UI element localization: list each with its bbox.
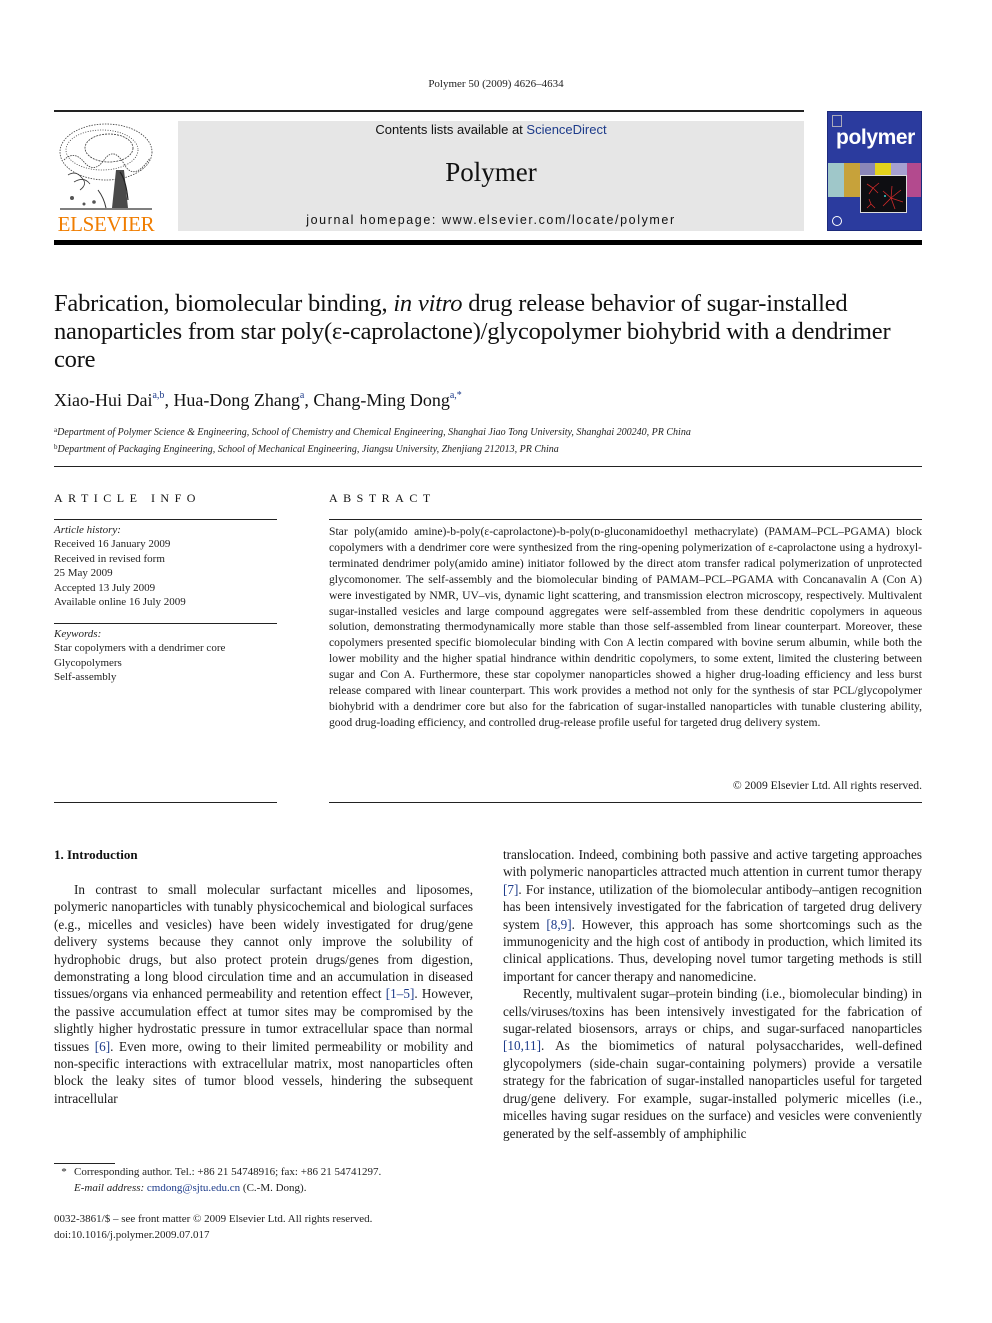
author-list: Xiao-Hui Daia,b, Hua-Dong Zhanga, Chang-…	[54, 390, 462, 411]
article-info-rule	[54, 623, 277, 624]
contents-prefix: Contents lists available at	[375, 122, 527, 137]
email-label: E-mail address:	[74, 1181, 147, 1194]
journal-homepage[interactable]: journal homepage: www.elsevier.com/locat…	[178, 213, 804, 227]
footnote-star: *	[61, 1166, 67, 1178]
citation-link[interactable]: [10,11]	[503, 1038, 541, 1053]
title-text-1: Fabrication, biomolecular binding,	[54, 290, 394, 317]
keyword-item: Glycopolymers	[54, 656, 122, 669]
history-item: Available online 16 July 2009	[54, 596, 186, 609]
cover-badge-icon	[832, 216, 842, 226]
doi-link[interactable]: doi:10.1016/j.polymer.2009.07.017	[54, 1228, 372, 1244]
sciencedirect-link[interactable]: ScienceDirect	[526, 122, 606, 137]
header-thick-rule	[54, 240, 922, 245]
history-item: Received in revised form	[54, 552, 165, 565]
affiliation-item: aDepartment of Polymer Science & Enginee…	[54, 423, 691, 440]
affiliation-text: Department of Packaging Engineering, Sch…	[57, 444, 559, 455]
cover-micrograph-inset	[860, 175, 907, 213]
issn-line: 0032-3861/$ – see front matter © 2009 El…	[54, 1213, 373, 1225]
citation-link[interactable]: [8,9]	[546, 917, 571, 932]
paragraph: In contrast to small molecular surfactan…	[54, 882, 473, 1106]
keywords: Keywords: Star copolymers with a dendrim…	[54, 627, 225, 685]
citation-link[interactable]: [7]	[503, 882, 518, 897]
journal-reference: Polymer 50 (2009) 4626–4634	[428, 78, 564, 90]
article-history: Article history: Received 16 January 200…	[54, 523, 186, 609]
header-rule	[54, 110, 804, 112]
footnote-rule	[54, 1163, 115, 1164]
email-suffix: (C.-M. Dong).	[240, 1181, 307, 1194]
author-separator: ,	[304, 390, 314, 410]
article-info-rule	[54, 802, 277, 803]
citation-link[interactable]: [1–5]	[386, 986, 415, 1001]
footnotes: * Corresponding author. Tel.: +86 21 5474…	[54, 1165, 381, 1196]
author-name[interactable]: Xiao-Hui Dai	[54, 390, 152, 410]
citation-link[interactable]: [6]	[95, 1039, 110, 1054]
history-item: Received 16 January 2009	[54, 538, 171, 551]
author-name[interactable]: Hua-Dong Zhang	[173, 390, 299, 410]
section-heading-introduction: 1. Introduction	[54, 847, 138, 862]
author-affiliation-mark[interactable]: a,b	[152, 390, 164, 401]
affiliation-rule	[54, 466, 922, 467]
front-matter: 0032-3861/$ – see front matter © 2009 El…	[54, 1212, 372, 1243]
body-column-right: translocation. Indeed, combining both pa…	[503, 846, 922, 1142]
abstract-rule	[329, 519, 922, 520]
journal-cover-image: polymer	[827, 111, 922, 231]
contents-availability: Contents lists available at ScienceDirec…	[178, 122, 804, 137]
abstract-heading: ABSTRACT	[329, 491, 436, 505]
keywords-label: Keywords:	[54, 628, 102, 640]
title-italic: in vitro	[393, 290, 463, 317]
email-note: E-mail address: cmdong@sjtu.edu.cn (C.-M…	[54, 1181, 381, 1197]
article-info-rule	[54, 519, 277, 520]
article-info-heading: ARTICLE INFO	[54, 491, 201, 505]
affiliations: aDepartment of Polymer Science & Enginee…	[54, 423, 691, 457]
journal-name: Polymer	[445, 157, 537, 187]
elsevier-wordmark: ELSEVIER	[57, 212, 155, 236]
journal-masthead: Contents lists available at ScienceDirec…	[178, 121, 804, 231]
abstract-copyright: © 2009 Elsevier Ltd. All rights reserved…	[732, 779, 922, 792]
article-title: Fabrication, biomolecular binding, in vi…	[54, 290, 934, 374]
abstract-text: Star poly(amido amine)-b-poly(ε-caprolac…	[329, 525, 922, 729]
email-link[interactable]: cmdong@sjtu.edu.cn	[147, 1182, 240, 1194]
keyword-item: Self-assembly	[54, 671, 117, 684]
history-item: Accepted 13 July 2009	[54, 581, 156, 594]
author-affiliation-mark[interactable]: a,*	[450, 390, 462, 401]
affiliation-text: Department of Polymer Science & Engineer…	[57, 427, 691, 438]
paragraph: translocation. Indeed, combining both pa…	[503, 847, 922, 984]
history-item: 25 May 2009	[54, 567, 113, 580]
keyword-item: Star copolymers with a dendrimer core	[54, 642, 226, 655]
body-column-left: In contrast to small molecular surfactan…	[54, 881, 473, 1107]
author-name[interactable]: Chang-Ming Dong	[313, 390, 450, 410]
article-history-label: Article history:	[54, 524, 121, 536]
corresponding-author-note: * Corresponding author. Tel.: +86 21 5474…	[54, 1165, 381, 1181]
cover-title: polymer	[836, 126, 915, 149]
abstract-rule	[329, 802, 922, 803]
corresponding-author-text: Corresponding author. Tel.: +86 21 54748…	[74, 1166, 382, 1178]
paragraph: Recently, multivalent sugar–protein bind…	[503, 986, 922, 1141]
affiliation-item: bDepartment of Packaging Engineering, Sc…	[54, 440, 691, 457]
